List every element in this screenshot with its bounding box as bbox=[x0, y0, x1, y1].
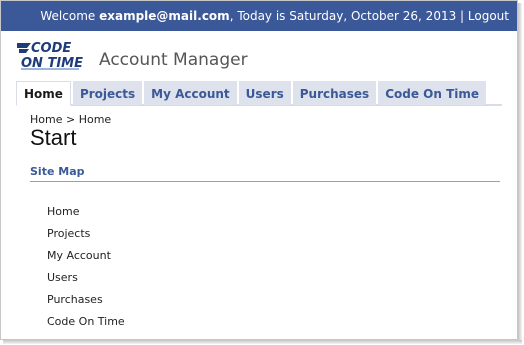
tab-home[interactable]: Home bbox=[16, 81, 71, 106]
logo-text-top: CODE bbox=[31, 41, 71, 56]
sitemap-title: Site Map bbox=[30, 165, 85, 178]
membership-bar: Welcome example@mail.com, Today is Satur… bbox=[1, 1, 517, 31]
sitemap-divider bbox=[30, 181, 500, 182]
sitemap-link-purchases[interactable]: Purchases bbox=[47, 293, 125, 315]
user-email: example@mail.com bbox=[99, 9, 230, 23]
sitemap-link-home[interactable]: Home bbox=[47, 205, 125, 227]
code-on-time-logo: CODE ON TIME bbox=[17, 41, 83, 71]
sitemap-link-my-account[interactable]: My Account bbox=[47, 249, 125, 271]
date-text: , Today is Saturday, October 26, 2013 | bbox=[229, 9, 465, 23]
welcome-text: Welcome bbox=[40, 9, 96, 23]
breadcrumb-current: Home bbox=[78, 113, 112, 126]
tab-my-account[interactable]: My Account bbox=[144, 81, 237, 105]
main-menu: Home Projects My Account Users Purchases… bbox=[16, 81, 488, 106]
logout-link[interactable]: Logout bbox=[468, 9, 509, 23]
sitemap-list: Home Projects My Account Users Purchases… bbox=[47, 205, 125, 337]
browser-frame: Welcome example@mail.com, Today is Satur… bbox=[0, 0, 518, 340]
frame-shadow-bottom bbox=[3, 340, 522, 344]
app-title: Account Manager bbox=[99, 50, 248, 70]
tab-code-on-time[interactable]: Code On Time bbox=[378, 81, 487, 105]
tab-users[interactable]: Users bbox=[238, 81, 291, 105]
tab-projects[interactable]: Projects bbox=[72, 81, 143, 105]
frame-shadow-right bbox=[518, 3, 522, 342]
sitemap-link-projects[interactable]: Projects bbox=[47, 227, 125, 249]
sitemap-link-code-on-time[interactable]: Code On Time bbox=[47, 315, 125, 337]
sitemap-link-users[interactable]: Users bbox=[47, 271, 125, 293]
page-title: Start bbox=[30, 125, 77, 150]
tab-purchases[interactable]: Purchases bbox=[292, 81, 377, 105]
